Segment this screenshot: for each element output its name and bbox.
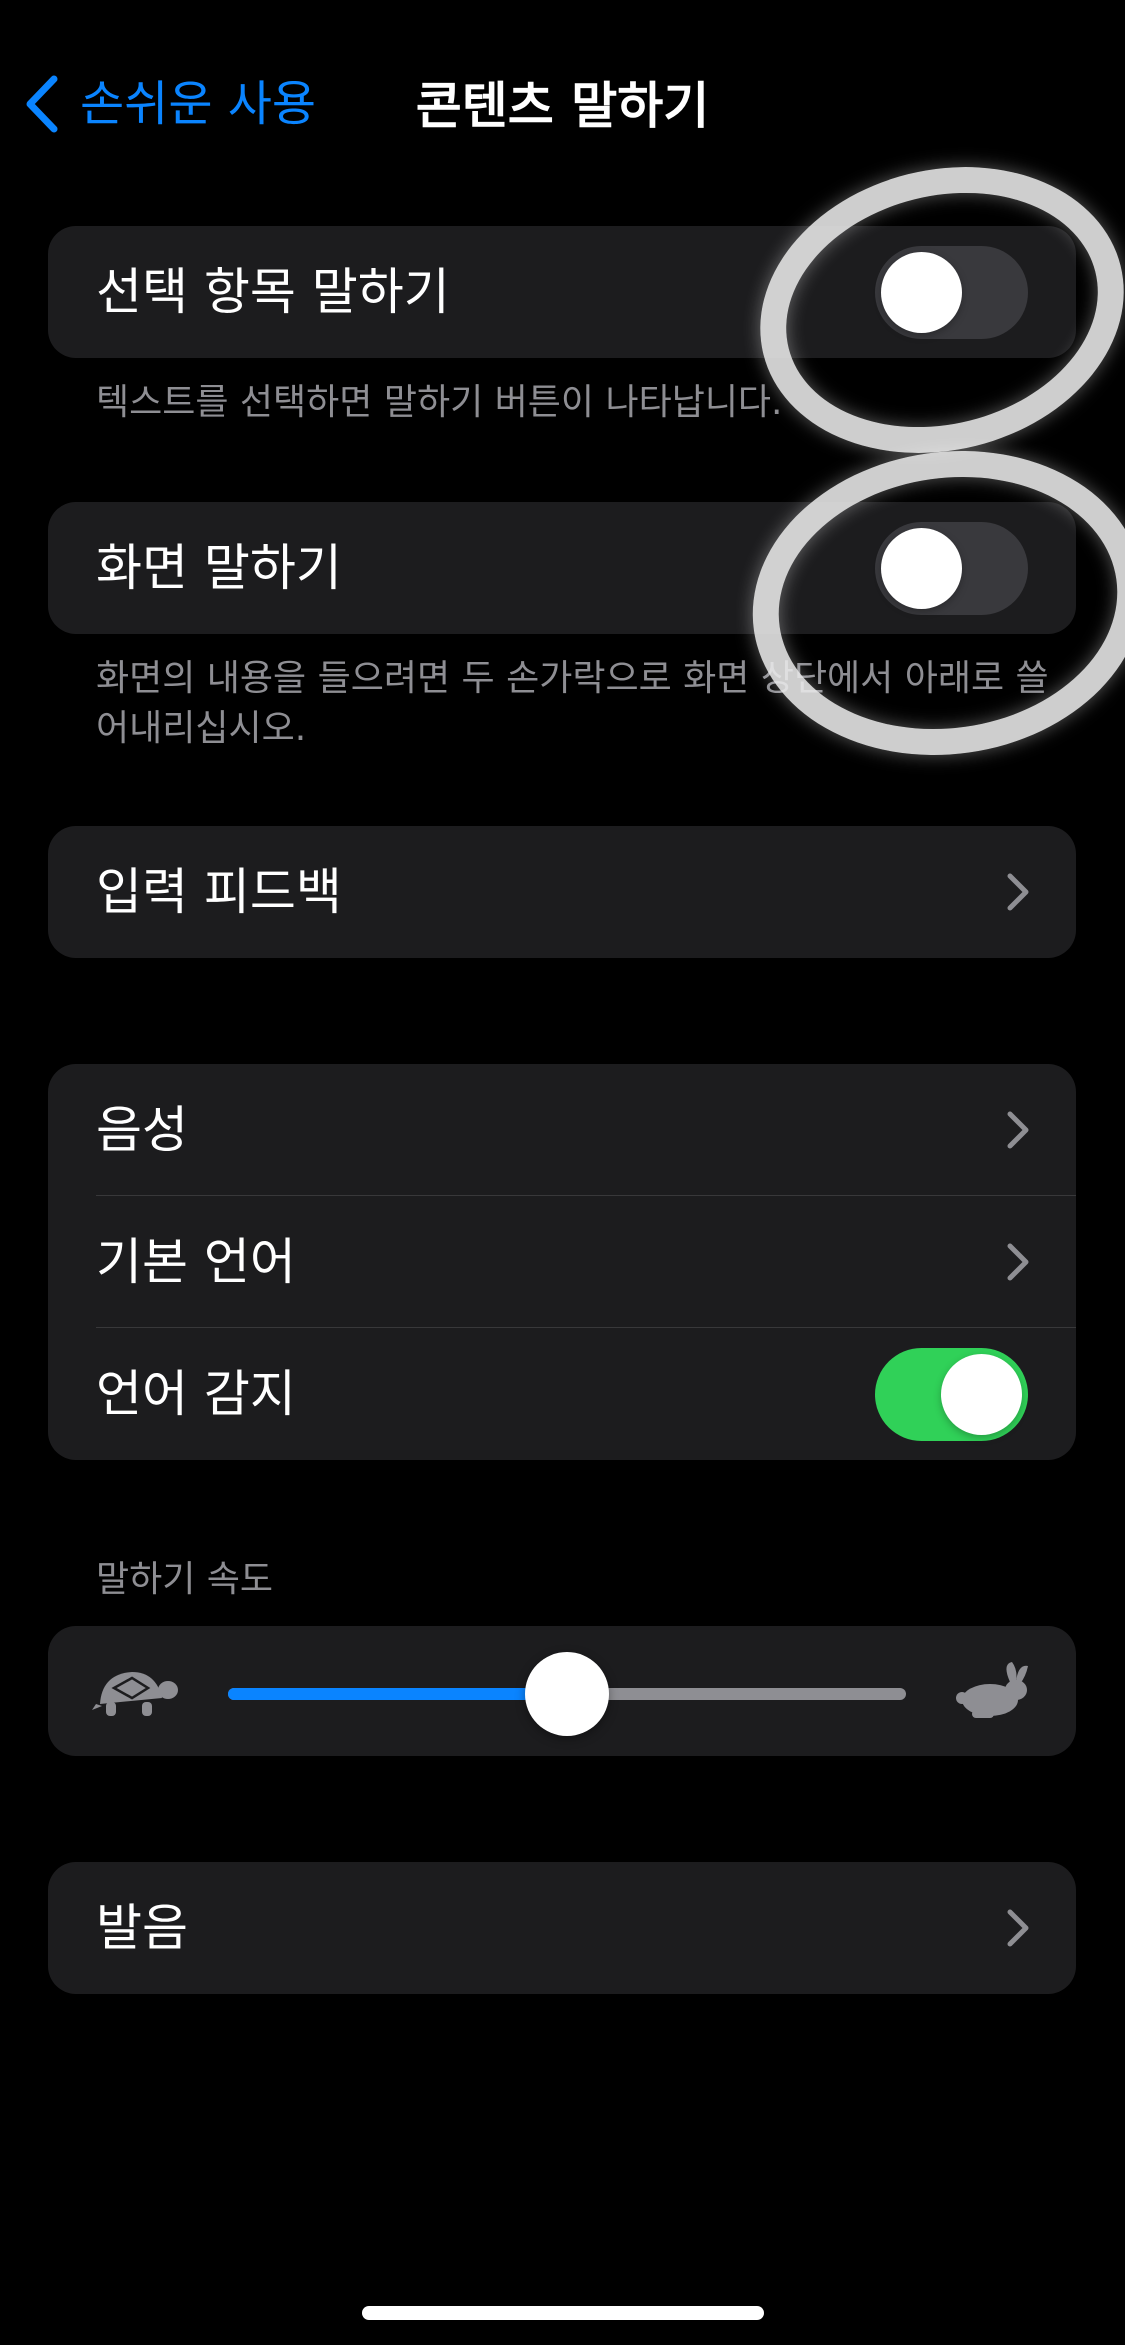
pronunciations-row[interactable]: 발음 (48, 1862, 1076, 1994)
speaking-rate-group (48, 1626, 1076, 1756)
speak-selection-group: 선택 항목 말하기 (48, 226, 1076, 358)
typing-feedback-group: 입력 피드백 (48, 826, 1076, 958)
turtle-icon (92, 1672, 178, 1716)
voice-settings-group: 음성 기본 언어 언어 감지 (48, 1064, 1076, 1460)
rabbit-icon (956, 1662, 1028, 1718)
chevron-right-icon (1007, 1111, 1029, 1149)
pronunciations-label: 발음 (96, 1899, 188, 1957)
pronunciations-group: 발음 (48, 1862, 1076, 1994)
voices-label: 음성 (96, 1101, 188, 1159)
slider-fill (228, 1688, 567, 1700)
speak-selection-toggle[interactable] (875, 245, 1028, 339)
page-title: 콘텐츠 말하기 (415, 77, 710, 135)
toggle-knob (941, 1353, 1022, 1435)
default-language-row[interactable]: 기본 언어 (48, 1196, 1076, 1328)
chevron-right-icon (1007, 1909, 1029, 1947)
toggle-knob (881, 251, 962, 333)
speak-selection-label: 선택 항목 말하기 (96, 263, 450, 321)
detect-languages-row: 언어 감지 (48, 1328, 1076, 1460)
speak-screen-row: 화면 말하기 (48, 502, 1076, 634)
default-language-label: 기본 언어 (96, 1233, 296, 1291)
speak-screen-group: 화면 말하기 (48, 502, 1076, 634)
slider-thumb[interactable] (525, 1652, 609, 1736)
chevron-right-icon (1007, 1243, 1029, 1281)
speaking-rate-slider[interactable] (228, 1652, 906, 1736)
speak-screen-label: 화면 말하기 (96, 539, 342, 597)
chevron-right-icon (1007, 873, 1029, 911)
typing-feedback-label: 입력 피드백 (96, 863, 342, 921)
detect-languages-toggle[interactable] (875, 1347, 1028, 1441)
typing-feedback-row[interactable]: 입력 피드백 (48, 826, 1076, 958)
speak-screen-toggle[interactable] (875, 521, 1028, 615)
speak-selection-row: 선택 항목 말하기 (48, 226, 1076, 358)
home-indicator (362, 2306, 764, 2320)
speak-screen-footer: 화면의 내용을 들으려면 두 손가락으로 화면 상단에서 아래로 쓸어내리십시오… (96, 658, 1049, 749)
speak-selection-footer: 텍스트를 선택하면 말하기 버튼이 나타납니다. (96, 382, 783, 423)
detect-languages-label: 언어 감지 (96, 1365, 296, 1423)
voices-row[interactable]: 음성 (48, 1064, 1076, 1196)
toggle-knob (881, 527, 962, 609)
speaking-rate-header: 말하기 속도 (96, 1559, 274, 1600)
